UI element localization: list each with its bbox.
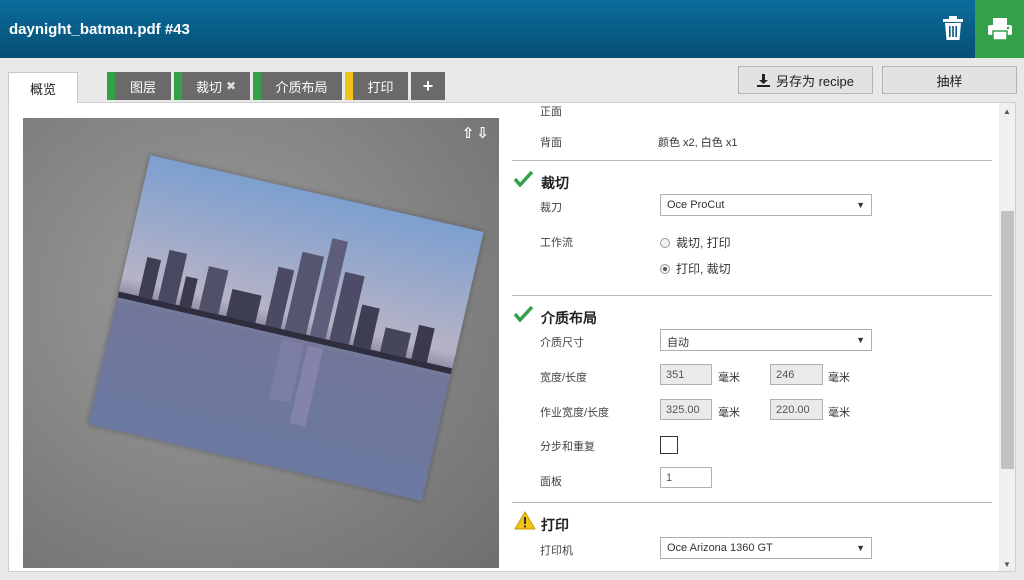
scroll-down-icon[interactable]: ▼ (1003, 560, 1011, 569)
divider (512, 502, 992, 503)
width-length-label: 宽度/长度 (540, 372, 588, 384)
scroll-up-icon[interactable]: ▲ (1003, 107, 1011, 116)
cutter-label: 裁刀 (540, 202, 562, 214)
settings-content: 正面 背面 颜色 x2, 白色 x1 裁切 裁刀 Oce ProCut ▼ 工作… (512, 103, 992, 571)
back-label: 背面 (540, 137, 562, 149)
job-length-input[interactable]: 220.00 (770, 399, 823, 420)
unit-label: 毫米 (828, 407, 850, 419)
radio-button-selected[interactable] (660, 263, 670, 274)
cutter-select[interactable]: Oce ProCut ▼ (660, 194, 872, 216)
step-repeat-label: 分步和重复 (540, 441, 595, 453)
status-stripe-ok (253, 72, 261, 100)
delete-button[interactable] (934, 8, 972, 48)
dropdown-caret-icon: ▼ (856, 543, 865, 553)
section-title-media: 介质布局 (541, 310, 597, 326)
printer-label: 打印机 (540, 545, 573, 557)
panels-label: 面板 (540, 476, 562, 488)
tab-print[interactable]: 打印 (345, 72, 408, 100)
divider (512, 160, 992, 161)
job-width-input[interactable]: 325.00 (660, 399, 712, 420)
radio-button[interactable] (660, 237, 670, 248)
app-header: daynight_batman.pdf #43 (0, 0, 1024, 58)
printer-value: Oce Arizona 1360 GT (667, 542, 773, 554)
status-stripe-ok (107, 72, 115, 100)
plus-icon: + (422, 75, 434, 96)
section-title-cut: 裁切 (541, 175, 569, 191)
workflow-radio-cut-print[interactable]: 裁切, 打印 (660, 234, 731, 251)
panels-input[interactable]: 1 (660, 467, 712, 488)
save-as-recipe-label: 另存为 recipe (775, 73, 855, 89)
check-icon (514, 306, 534, 322)
tab-overview[interactable]: 概览 (8, 72, 78, 103)
tab-label: 打印 (367, 79, 394, 95)
tab-label: 概览 (29, 81, 56, 97)
tab-cut[interactable]: 裁切 ✖ (174, 72, 250, 100)
workflow-radio-print-cut[interactable]: 打印, 裁切 (660, 260, 731, 277)
save-as-recipe-button[interactable]: 另存为 recipe (738, 66, 873, 94)
job-width-length-label: 作业宽度/长度 (540, 407, 610, 419)
front-label: 正面 (540, 106, 562, 118)
dropdown-caret-icon: ▼ (856, 200, 865, 210)
preview-image (88, 155, 484, 501)
workflow-label: 工作流 (540, 237, 573, 249)
sample-button[interactable]: 抽样 (882, 66, 1017, 94)
width-input[interactable]: 351 (660, 364, 712, 385)
media-size-label: 介质尺寸 (540, 337, 584, 349)
add-tab-button[interactable]: + (411, 72, 445, 100)
status-stripe-warning (345, 72, 353, 100)
vertical-scrollbar[interactable]: ▲ ▼ (999, 103, 1015, 571)
flip-arrows-icon[interactable]: ⇧⇩ (462, 124, 491, 142)
tab-layers[interactable]: 图层 (107, 72, 171, 100)
length-input[interactable]: 246 (770, 364, 823, 385)
trash-icon (943, 16, 963, 40)
tab-label: 介质布局 (275, 79, 328, 95)
unit-label: 毫米 (718, 372, 740, 384)
cutter-value: Oce ProCut (667, 199, 725, 211)
printer-select[interactable]: Oce Arizona 1360 GT ▼ (660, 537, 872, 559)
step-repeat-checkbox[interactable] (660, 436, 678, 454)
check-icon (514, 171, 534, 187)
warning-icon (514, 511, 536, 530)
tab-label: 图层 (129, 79, 156, 95)
printer-icon (987, 18, 1012, 41)
preview-area: ⇧⇩ (23, 118, 499, 568)
tab-media-layout[interactable]: 介质布局 (253, 72, 342, 100)
skyline-graphic (88, 155, 484, 501)
scrollbar-thumb[interactable] (1001, 211, 1014, 469)
status-stripe-ok (174, 72, 182, 100)
divider (512, 295, 992, 296)
back-value: 颜色 x2, 白色 x1 (658, 137, 738, 149)
tab-label: 裁切 (195, 79, 222, 95)
dropdown-caret-icon: ▼ (856, 335, 865, 345)
print-button[interactable] (975, 0, 1024, 58)
media-size-value: 自动 (667, 337, 689, 349)
download-icon (756, 73, 770, 87)
close-icon[interactable]: ✖ (226, 79, 236, 93)
radio-label: 打印, 裁切 (676, 262, 731, 276)
main-panel: ⇧⇩ 正面 背面 颜色 x2, 白色 x1 裁切 裁刀 Oce ProCut ▼… (8, 102, 1016, 572)
sample-label: 抽样 (936, 73, 963, 89)
document-title: daynight_batman.pdf #43 (9, 21, 190, 38)
unit-label: 毫米 (718, 407, 740, 419)
media-size-select[interactable]: 自动 ▼ (660, 329, 872, 351)
radio-label: 裁切, 打印 (676, 236, 731, 250)
section-title-print: 打印 (541, 517, 569, 533)
unit-label: 毫米 (828, 372, 850, 384)
